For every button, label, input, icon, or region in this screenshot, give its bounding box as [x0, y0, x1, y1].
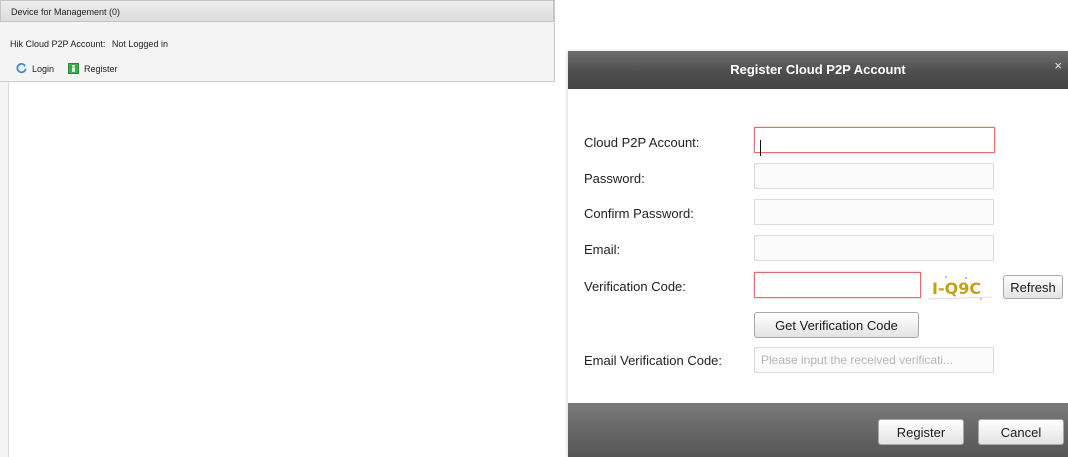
dialog-title-bar: Register Cloud P2P Account × [568, 51, 1068, 89]
register-toolbar-button[interactable]: Register [68, 63, 118, 74]
password-input[interactable] [754, 163, 994, 189]
device-management-panel: Device for Management (0) Hik Cloud P2P … [0, 0, 555, 457]
email-input[interactable] [754, 235, 994, 261]
account-label: Hik Cloud P2P Account: [10, 39, 106, 49]
login-icon [16, 62, 27, 74]
verification-code-label: Verification Code: [584, 279, 686, 294]
captcha-image: I-Q9C [926, 273, 996, 303]
register-label: Register [84, 63, 118, 74]
device-list-area [8, 82, 555, 457]
refresh-captcha-button[interactable]: Refresh [1003, 275, 1063, 299]
get-verification-code-button[interactable]: Get Verification Code [754, 312, 919, 338]
register-dialog: Register Cloud P2P Account × Cloud P2P A… [568, 51, 1068, 457]
register-button[interactable]: Register [878, 419, 964, 445]
verification-code-input[interactable] [754, 272, 921, 298]
confirm-password-input[interactable] [754, 199, 994, 225]
panel-header: Device for Management (0) [0, 0, 554, 22]
email-verification-code-input[interactable] [754, 347, 994, 373]
login-button[interactable]: Login [16, 62, 55, 74]
text-caret [760, 140, 761, 156]
account-status: Not Logged in [111, 39, 168, 49]
email-field-label: Email: [584, 242, 621, 257]
account-input[interactable] [754, 127, 995, 153]
cancel-button[interactable]: Cancel [978, 419, 1064, 445]
password-field-label: Password: [584, 171, 645, 186]
dialog-title: Register Cloud P2P Account [730, 62, 906, 77]
register-icon [68, 63, 79, 74]
confirm-password-label: Confirm Password: [584, 206, 694, 221]
account-field-label: Cloud P2P Account: [584, 135, 700, 150]
close-icon[interactable]: × [1054, 59, 1062, 73]
email-verification-code-label: Email Verification Code: [584, 353, 723, 368]
captcha-text: I-Q9C [932, 279, 981, 298]
toolbar: Login Register [0, 56, 554, 82]
login-label: Login [32, 63, 55, 74]
cloud-account-status: Hik Cloud P2P Account: Not Logged in [10, 39, 172, 49]
